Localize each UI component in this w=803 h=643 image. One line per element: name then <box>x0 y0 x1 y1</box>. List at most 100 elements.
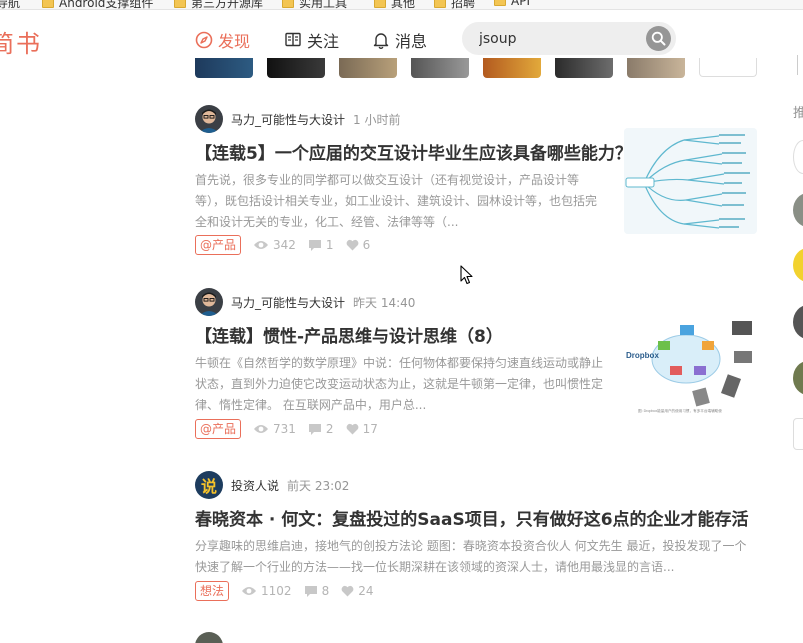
folder-icon <box>174 0 186 8</box>
author-photo <box>195 288 223 316</box>
collection-thumb[interactable] <box>339 58 397 78</box>
search-input[interactable] <box>479 29 629 49</box>
sidebar-heading: 推 <box>793 106 803 121</box>
article-item: 说 投资人说 前天 23:02 春晓资本 · 何文：复盘投过的SaaS项目，只有… <box>195 471 757 621</box>
cover-caption: 图: Dropbox能量用户的使用习惯，有多平台端辅助使 <box>638 408 722 413</box>
publish-time: 昨天 14:40 <box>353 295 416 310</box>
comment-icon <box>308 423 321 435</box>
article-title[interactable]: 春晓资本 · 何文：复盘投过的SaaS项目，只有做好这6点的企业才能存活 <box>195 505 749 530</box>
bell-icon <box>373 33 389 49</box>
bookmarks-bar: 导航 Android支撑组件 第三方开源库 实用工具 其他 招聘 API <box>0 0 803 10</box>
sidebar-avatar[interactable] <box>793 361 803 395</box>
article-cover[interactable]: Dropbox 图: Dropbox能量用户的使用习惯，有多平台端辅助使 <box>624 311 757 417</box>
bookmark-tools[interactable]: 实用工具 <box>282 0 347 9</box>
collection-tag[interactable]: @产品 <box>195 235 242 255</box>
author-photo <box>195 105 223 133</box>
avatar-glyph: 说 <box>200 477 217 496</box>
bookmark-libs[interactable]: 第三方开源库 <box>174 0 263 9</box>
views-count: 1102 <box>241 584 292 598</box>
eye-icon <box>242 587 257 595</box>
views-count: 342 <box>253 238 296 252</box>
nav-follow-label: 关注 <box>307 32 340 51</box>
bookmark-fragment[interactable]: 导航 <box>0 0 20 9</box>
article-meta: 马力_可能性与大设计 1 小时前 <box>195 105 400 133</box>
nav-messages[interactable]: 消息 <box>372 28 427 52</box>
avatar[interactable] <box>195 632 223 643</box>
avatar[interactable] <box>195 288 223 316</box>
article-meta: 马力_可能性与大设计 昨天 14:40 <box>195 288 415 316</box>
folder-icon <box>374 0 386 8</box>
comments-count[interactable]: 2 <box>308 422 334 436</box>
folder-icon <box>42 0 54 8</box>
comment-icon <box>308 239 321 251</box>
site-logo[interactable]: 简书 <box>0 24 42 59</box>
avatar[interactable] <box>195 105 223 133</box>
bookmark-android[interactable]: Android支撑组件 <box>42 0 153 9</box>
sidebar-divider <box>797 55 798 75</box>
sidebar-avatar[interactable] <box>793 248 803 282</box>
heart-icon <box>341 585 354 597</box>
author-name[interactable]: 马力_可能性与大设计 <box>231 111 345 128</box>
nav-follow[interactable]: 关注 <box>284 28 339 52</box>
page: 导航 Android支撑组件 第三方开源库 实用工具 其他 招聘 API 简书 … <box>0 0 803 643</box>
likes-count: 24 <box>341 584 373 598</box>
bookmark-jobs[interactable]: 招聘 <box>434 0 475 9</box>
collection-tag[interactable]: @产品 <box>195 419 242 439</box>
bookmark-api[interactable]: API <box>494 0 530 8</box>
article-item <box>195 632 757 643</box>
nav-discover-label: 发现 <box>218 32 251 51</box>
comment-icon <box>304 585 317 597</box>
article-item: 马力_可能性与大设计 昨天 14:40 【连载】惯性-产品思维与设计思维（8） … <box>195 288 757 439</box>
collection-thumb[interactable] <box>411 58 469 78</box>
mindmap-image <box>624 128 757 234</box>
collection-tag[interactable]: 想法 <box>195 581 230 601</box>
article-stats: 想法 1102 8 24 <box>195 581 385 601</box>
bookmark-other[interactable]: 其他 <box>374 0 415 9</box>
publish-time: 前天 23:02 <box>287 478 350 493</box>
search-box <box>462 22 676 55</box>
collection-thumb[interactable] <box>195 58 253 78</box>
eye-icon <box>254 425 269 433</box>
article-stats: @产品 342 1 6 <box>195 235 382 255</box>
sidebar-avatar[interactable] <box>793 193 803 227</box>
collection-thumb[interactable] <box>555 58 613 78</box>
collection-thumb[interactable] <box>483 58 541 78</box>
nav-messages-label: 消息 <box>395 32 428 51</box>
publish-time: 1 小时前 <box>353 112 401 127</box>
sidebar-button[interactable] <box>793 418 803 450</box>
more-collections-button[interactable] <box>699 58 757 77</box>
folder-icon <box>494 0 506 6</box>
mouse-cursor-icon <box>460 265 473 285</box>
article-title[interactable]: 【连载】惯性-产品思维与设计思维（8） <box>195 322 503 347</box>
collection-thumb[interactable] <box>627 58 685 78</box>
comments-count[interactable]: 1 <box>308 238 334 252</box>
heart-icon <box>346 239 358 251</box>
nav-discover[interactable]: 发现 <box>195 28 250 52</box>
author-name[interactable]: 投资人说 <box>231 477 279 494</box>
views-count: 731 <box>253 422 296 436</box>
article-item: 马力_可能性与大设计 1 小时前 【连载5】一个应届的交互设计毕业生应该具备哪些… <box>195 105 757 255</box>
search-icon <box>651 31 666 46</box>
article-title[interactable]: 【连载5】一个应届的交互设计毕业生应该具备哪些能力？ <box>195 139 632 164</box>
author-name[interactable]: 马力_可能性与大设计 <box>231 294 345 311</box>
collection-thumb[interactable] <box>267 58 325 78</box>
article-abstract: 分享趣味的思维启迪，接地气的创投方法论 题图：春晓资本投资合伙人 何文先生 最近… <box>195 539 747 574</box>
compass-icon <box>195 31 213 49</box>
avatar[interactable]: 说 <box>195 471 223 499</box>
folder-icon <box>282 0 294 8</box>
cover-label: Dropbox <box>626 351 659 360</box>
article-stats: @产品 731 2 17 <box>195 419 390 439</box>
likes-count: 6 <box>346 238 370 252</box>
sidebar-avatar[interactable] <box>793 305 803 339</box>
comments-count[interactable]: 8 <box>304 584 329 598</box>
search-button[interactable] <box>646 26 671 51</box>
sidebar-avatar[interactable] <box>793 140 803 174</box>
book-icon <box>285 32 301 47</box>
likes-count: 17 <box>346 422 378 436</box>
dropbox-diagram-image: Dropbox 图: Dropbox能量用户的使用习惯，有多平台端辅助使 <box>624 311 757 417</box>
article-cover[interactable] <box>624 128 757 234</box>
eye-icon <box>254 241 269 249</box>
article-abstract: 牛顿在《自然哲学的数学原理》中说：任何物体都要保持匀速直线运动或静止状态，直到外… <box>195 356 604 412</box>
heart-icon <box>346 423 358 435</box>
article-abstract: 首先说，很多专业的同学都可以做交互设计（还有视觉设计，产品设计等等），既包括设计… <box>195 173 598 229</box>
